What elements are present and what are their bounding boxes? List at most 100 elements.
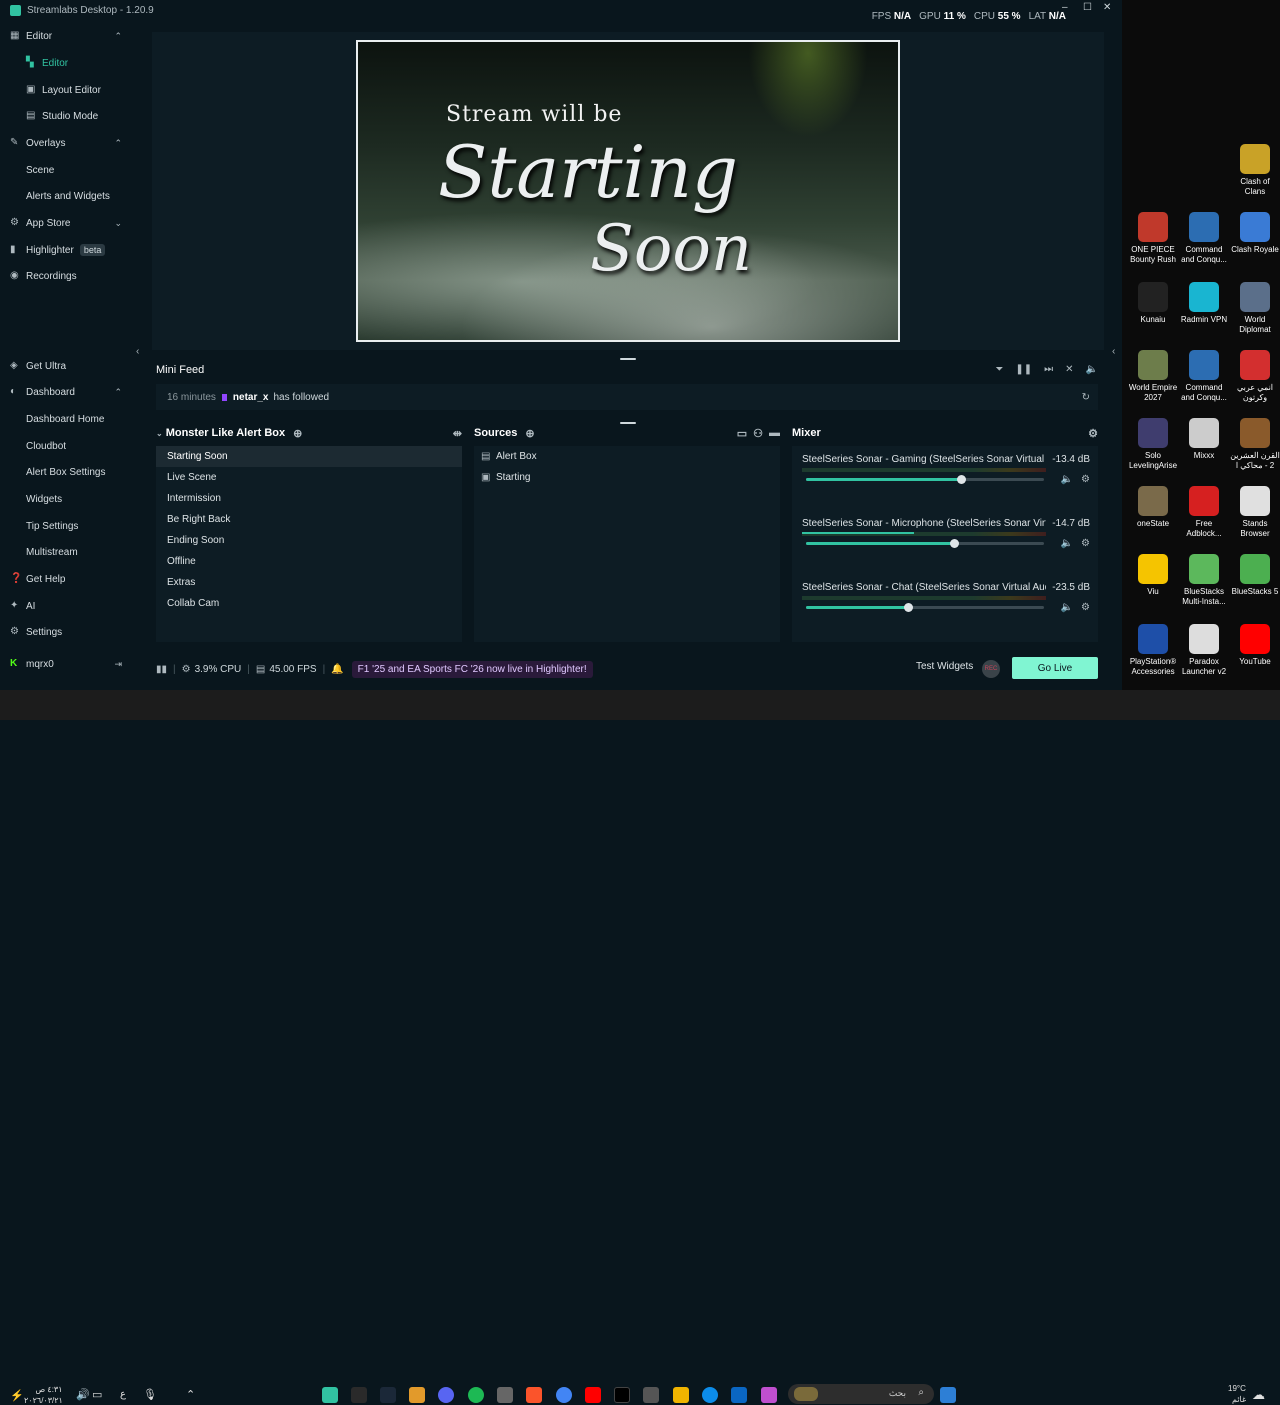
- network-icon[interactable]: ▭: [92, 1388, 102, 1401]
- volume-knob[interactable]: [956, 475, 966, 484]
- scene-item[interactable]: Intermission: [156, 488, 462, 509]
- nav-alert-box-settings[interactable]: Alert Box Settings: [0, 460, 134, 484]
- mixer-settings-icon[interactable]: ⚙: [1088, 427, 1098, 440]
- app-icon[interactable]: [409, 1387, 425, 1403]
- epic-games-icon[interactable]: [351, 1387, 367, 1403]
- discord-icon[interactable]: [438, 1387, 454, 1403]
- notification-icon[interactable]: ⚡: [10, 1389, 24, 1402]
- volume-icon[interactable]: 🔈: [1086, 364, 1098, 375]
- mute-alerts-icon[interactable]: ✕: [1065, 364, 1073, 375]
- scene-collection-name[interactable]: Monster Like Alert Box: [166, 427, 285, 439]
- cloud-icon[interactable]: ☁: [1252, 1387, 1265, 1403]
- nav-cloudbot[interactable]: Cloudbot: [0, 434, 134, 458]
- mute-icon[interactable]: 🔈: [1061, 474, 1073, 485]
- search-box[interactable]: بحث ⌕: [788, 1384, 934, 1404]
- source-item[interactable]: ▤ Alert Box: [474, 446, 780, 467]
- nav-get-help[interactable]: ❓ Get Help: [0, 567, 134, 591]
- volume-slider[interactable]: [806, 475, 1044, 484]
- channel-settings-icon[interactable]: ⚙: [1081, 538, 1090, 549]
- desktop-shortcut[interactable]: Solo LevelingArise: [1128, 418, 1178, 471]
- chrome-icon[interactable]: [556, 1387, 572, 1403]
- desktop-shortcut[interactable]: Command and Conqu...: [1179, 350, 1229, 403]
- scene-item[interactable]: Starting Soon: [156, 446, 462, 467]
- scene-item[interactable]: Extras: [156, 572, 462, 593]
- desktop-shortcut[interactable]: PlayStation® Accessories: [1128, 624, 1178, 677]
- repeat-alert-icon[interactable]: ↻: [1082, 392, 1090, 403]
- nav-ai[interactable]: ✦ AI: [0, 594, 134, 618]
- volume-slider[interactable]: [806, 539, 1044, 548]
- steelseries-icon[interactable]: [497, 1387, 513, 1403]
- volume-knob[interactable]: [949, 539, 959, 548]
- source-group-icon[interactable]: ⚇: [753, 427, 763, 440]
- test-widgets-button[interactable]: Test Widgets: [916, 661, 973, 672]
- chevron-up-icon[interactable]: ⌃: [186, 1388, 195, 1401]
- desktop-shortcut[interactable]: Kunaiu: [1128, 282, 1178, 325]
- nav-editor-group[interactable]: ▦ Editor ⌃: [0, 24, 134, 48]
- desktop-shortcut[interactable]: World Empire 2027: [1128, 350, 1178, 403]
- collapse-left-icon[interactable]: ‹: [136, 346, 139, 357]
- mute-icon[interactable]: 🔈: [1061, 538, 1073, 549]
- tiktok-icon[interactable]: [614, 1387, 630, 1403]
- nav-overlays-group[interactable]: ✎ Overlays ⌃: [0, 131, 134, 155]
- speaker-icon[interactable]: 🔊: [76, 1388, 90, 1401]
- collapse-right-icon[interactable]: ‹: [1112, 346, 1115, 357]
- nav-tip-settings[interactable]: Tip Settings: [0, 514, 134, 538]
- scene-preview-canvas[interactable]: Stream will be Starting Soon: [356, 40, 900, 342]
- channel-settings-icon[interactable]: ⚙: [1081, 602, 1090, 613]
- skip-icon[interactable]: ⏭: [1044, 364, 1053, 375]
- desktop-shortcut[interactable]: Clash of Clans: [1230, 144, 1280, 197]
- desktop-shortcut[interactable]: Clash Royale: [1230, 212, 1280, 255]
- nav-widgets[interactable]: Widgets: [0, 487, 134, 511]
- youtube-icon[interactable]: [585, 1387, 601, 1403]
- nav-layout-editor[interactable]: ▣ Layout Editor: [0, 78, 134, 102]
- desktop-shortcut[interactable]: BlueStacks Multi-Insta...: [1179, 554, 1229, 607]
- go-live-button[interactable]: Go Live: [1012, 657, 1098, 679]
- steam-icon[interactable]: [380, 1387, 396, 1403]
- microphone-icon[interactable]: 🎙: [143, 1388, 157, 1401]
- file-explorer-icon[interactable]: [673, 1387, 689, 1403]
- maximize-button[interactable]: ☐: [1083, 2, 1092, 13]
- nav-get-ultra[interactable]: ◈ Get Ultra: [0, 354, 134, 378]
- desktop-shortcut[interactable]: oneState: [1128, 486, 1178, 529]
- brave-icon[interactable]: [526, 1387, 542, 1403]
- edge-icon[interactable]: [702, 1387, 718, 1403]
- desktop-shortcut[interactable]: انمي عربي وكرتون: [1230, 350, 1280, 403]
- highlighter-announcement[interactable]: F1 '25 and EA Sports FC '26 now live in …: [351, 660, 593, 678]
- logout-icon[interactable]: ⇥: [114, 659, 122, 670]
- volume-slider[interactable]: [806, 603, 1044, 612]
- desktop-shortcut[interactable]: Viu: [1128, 554, 1178, 597]
- desktop-shortcut[interactable]: القرن العشرين 2 - محاكي ا: [1230, 418, 1280, 471]
- desktop-shortcut[interactable]: Mixxx: [1179, 418, 1229, 461]
- pause-icon[interactable]: ❚❚: [1015, 364, 1032, 375]
- desktop-shortcut[interactable]: Stands Browser: [1230, 486, 1280, 539]
- desktop-shortcut[interactable]: Radmin VPN: [1179, 282, 1229, 325]
- performance-chart-icon[interactable]: ▮▮: [156, 664, 167, 675]
- desktop-shortcut[interactable]: Free Adblock...: [1179, 486, 1229, 539]
- nav-settings[interactable]: ⚙ Settings: [0, 620, 134, 644]
- nav-dashboard-home[interactable]: Dashboard Home: [0, 407, 134, 431]
- nav-app-store[interactable]: ⚙ App Store ⌄: [0, 211, 134, 235]
- desktop-shortcut[interactable]: World Diplomat: [1230, 282, 1280, 335]
- filter-icon[interactable]: ⏷: [995, 364, 1003, 375]
- desktop-shortcut[interactable]: BlueStacks 5: [1230, 554, 1280, 597]
- scene-item[interactable]: Be Right Back: [156, 509, 462, 530]
- add-folder-icon[interactable]: ▬: [769, 427, 780, 440]
- nav-studio-mode[interactable]: ▤ Studio Mode: [0, 104, 134, 128]
- nav-editor[interactable]: ▚ Editor: [0, 51, 134, 75]
- store-icon[interactable]: [643, 1387, 659, 1403]
- volume-knob[interactable]: [904, 603, 914, 612]
- event-user[interactable]: netar_x: [233, 392, 269, 403]
- minimize-button[interactable]: –: [1062, 2, 1068, 13]
- spotify-icon[interactable]: [468, 1387, 484, 1403]
- nav-multistream[interactable]: Multistream: [0, 540, 134, 564]
- record-button[interactable]: REC: [982, 660, 1000, 678]
- windows-start-icon[interactable]: [940, 1387, 956, 1403]
- chevron-down-icon[interactable]: ⌄: [156, 429, 163, 438]
- copilot-icon[interactable]: [761, 1387, 777, 1403]
- desktop-shortcut[interactable]: YouTube: [1230, 624, 1280, 667]
- desktop-shortcut[interactable]: Paradox Launcher v2: [1179, 624, 1229, 677]
- close-button[interactable]: ✕: [1103, 2, 1111, 13]
- mute-icon[interactable]: 🔈: [1061, 602, 1073, 613]
- desktop-shortcut[interactable]: ONE PIECE Bounty Rush: [1128, 212, 1178, 265]
- streamlabs-taskbar-icon[interactable]: [322, 1387, 338, 1403]
